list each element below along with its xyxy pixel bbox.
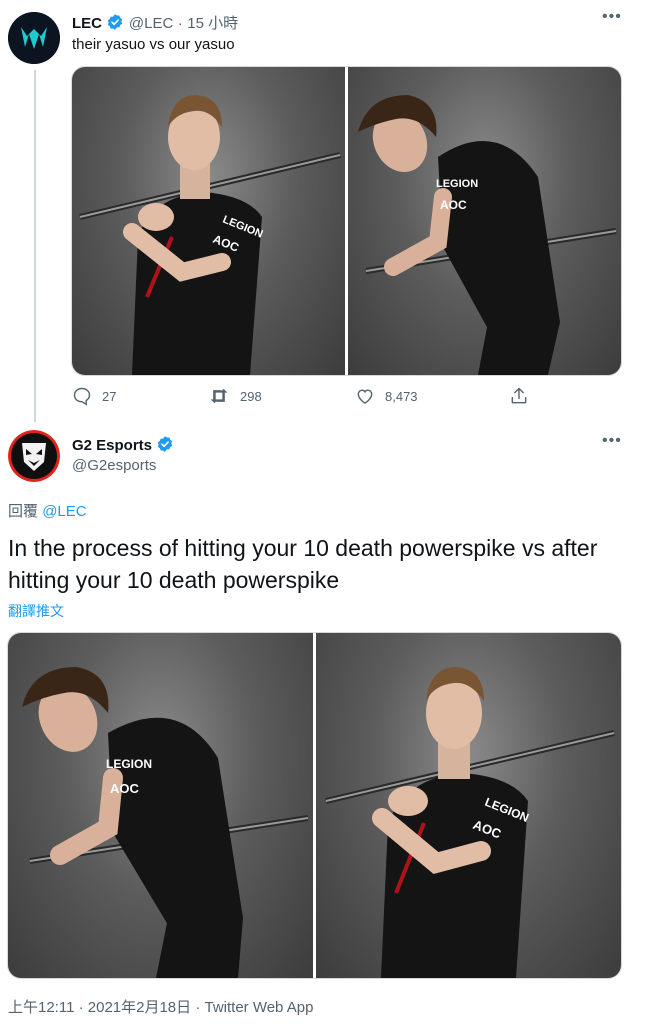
tweet1-time[interactable]: 15 小時: [187, 15, 238, 32]
tweet2-photo-2[interactable]: LEGION AOC: [316, 633, 621, 978]
player-photo-image: LEGION AOC: [79, 95, 341, 375]
reply-icon: [73, 387, 91, 406]
jersey-text-aoc: AOC: [110, 781, 140, 796]
tweet1-text: their yasuo vs our yasuo: [72, 36, 235, 53]
tweet2-text: In the process of hitting your 10 death …: [8, 535, 598, 593]
tweet1-header: LEC @LEC · 15 小時: [72, 12, 238, 33]
tweet1-separator: ·: [177, 15, 183, 32]
reply-count: 27: [102, 388, 117, 404]
g2-avatar[interactable]: [8, 430, 60, 482]
tweet2-handle[interactable]: @G2esports: [72, 457, 156, 474]
verified-icon: [106, 13, 124, 31]
retweet-button[interactable]: 298: [208, 386, 262, 406]
tweet1-media[interactable]: LEGION AOC LEGION AOC: [71, 66, 622, 376]
reply-to-link[interactable]: @LEC: [42, 503, 86, 520]
translate-link[interactable]: 翻譯推文: [8, 601, 64, 621]
share-icon: [511, 387, 527, 404]
jersey-text-aoc: AOC: [440, 198, 467, 212]
tweet1-author-name[interactable]: LEC: [72, 15, 102, 32]
player-photo-image: LEGION AOC: [325, 667, 615, 978]
tweet1-handle[interactable]: @LEC: [129, 15, 173, 32]
like-button[interactable]: 8,473: [355, 386, 418, 406]
verified-icon: [156, 435, 174, 453]
lec-avatar[interactable]: [8, 12, 60, 64]
player-photo-image: LEGION AOC: [22, 667, 309, 978]
reply-button[interactable]: 27: [72, 386, 116, 406]
reply-context: 回覆 @LEC: [8, 500, 87, 521]
lec-logo-icon: [8, 12, 60, 64]
player-photo-image: LEGION AOC: [358, 95, 617, 375]
thread-connector: [34, 70, 36, 422]
tweet2-media[interactable]: LEGION AOC LEGION AOC: [7, 632, 622, 979]
jersey-text-legion: LEGION: [436, 178, 478, 190]
tweet2-author-name[interactable]: G2 Esports: [72, 437, 152, 454]
share-button[interactable]: [509, 386, 539, 406]
retweet-icon: [210, 388, 228, 404]
tweet1-photo-1[interactable]: LEGION AOC: [72, 67, 345, 375]
g2-logo-icon: [8, 430, 60, 482]
jersey-text-legion: LEGION: [106, 757, 152, 771]
tweet2-timestamp[interactable]: 上午12:11 · 2021年2月18日 · Twitter Web App: [8, 996, 313, 1017]
reply-prefix: 回覆: [8, 503, 39, 520]
retweet-count: 298: [240, 388, 262, 404]
like-count: 8,473: [385, 388, 418, 404]
tweet2-author: G2 Esports: [72, 435, 174, 455]
more-icon[interactable]: •••: [602, 8, 622, 26]
tweet1-photo-2[interactable]: LEGION AOC: [348, 67, 621, 375]
tweet2-photo-1[interactable]: LEGION AOC: [8, 633, 313, 978]
like-icon: [357, 389, 373, 404]
more-icon[interactable]: •••: [602, 432, 622, 450]
